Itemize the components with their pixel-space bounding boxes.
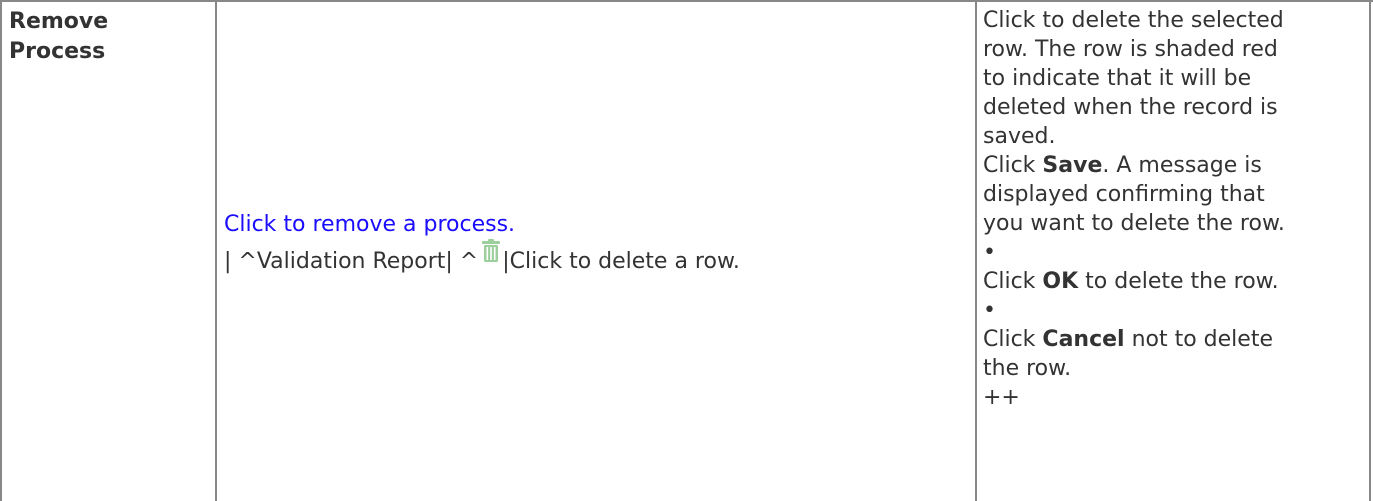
col-divider-1 [215, 0, 217, 501]
validation-row-suffix: |Click to delete a row. [502, 249, 740, 274]
remove-process-link[interactable]: Click to remove a process. [224, 210, 964, 240]
validation-row-prefix: | ^Validation Report| ^ [224, 249, 479, 274]
trash-icon[interactable] [480, 239, 502, 270]
row-content: Click to remove a process. | ^Validation… [224, 210, 964, 277]
desc-ok-pre: Click [983, 269, 1043, 294]
doc-table: Remove Process Click to remove a process… [0, 0, 1373, 501]
desc-line-3: to indicate that it will be [983, 66, 1252, 91]
validation-row-text: | ^Validation Report| ^ |Click to delete… [224, 239, 964, 277]
ok-keyword: OK [1042, 269, 1079, 294]
desc-cancel-line: Click Cancel not to delete [983, 325, 1363, 354]
desc-line-12: ++ [983, 385, 1020, 410]
desc-line-1: Click to delete the selected [983, 8, 1284, 33]
save-keyword: Save [1042, 153, 1103, 178]
desc-line-11: the row. [983, 356, 1072, 381]
row-header-line1: Remove [9, 9, 109, 34]
col-divider-2 [975, 0, 977, 501]
desc-line-8: you want to delete the row. [983, 211, 1285, 236]
desc-ok-line: Click OK to delete the row. [983, 267, 1363, 296]
desc-cancel-pre: Click [983, 327, 1043, 352]
desc-line-7: displayed confirming that [983, 182, 1265, 207]
cancel-keyword: Cancel [1042, 327, 1125, 352]
row-description: Click to delete the selected row. The ro… [983, 6, 1363, 412]
bullet-1: • [983, 240, 996, 265]
desc-line-2: row. The row is shaded red [983, 37, 1278, 62]
row-header: Remove Process [9, 7, 209, 67]
desc-save-post: . A message is [1102, 153, 1262, 178]
desc-save-line: Click Save. A message is [983, 151, 1363, 180]
row-header-line2: Process [9, 39, 106, 64]
table-right-border [1369, 0, 1371, 501]
table-top-border [0, 0, 1373, 2]
desc-line-5: saved. [983, 124, 1056, 149]
desc-save-pre: Click [983, 153, 1043, 178]
desc-cancel-post: not to delete [1124, 327, 1273, 352]
desc-line-4: deleted when the record is [983, 95, 1278, 120]
desc-ok-post: to delete the row. [1078, 269, 1279, 294]
table-left-border [0, 0, 2, 501]
bullet-2: • [983, 298, 996, 323]
